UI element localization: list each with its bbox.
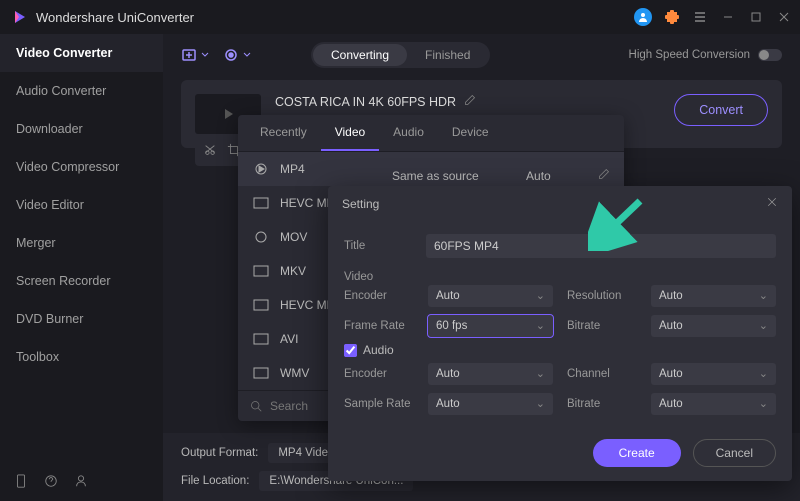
minimize-icon[interactable] xyxy=(720,9,736,25)
setting-modal: Setting Title Video Encoder Auto Resolut… xyxy=(328,186,792,481)
status-tabs: Converting Finished xyxy=(311,42,490,68)
auto-label: Auto xyxy=(526,169,551,183)
same-as-source-label: Same as source xyxy=(392,169,479,183)
account-icon[interactable] xyxy=(74,474,88,491)
convert-button[interactable]: Convert xyxy=(674,94,768,126)
setting-title: Setting xyxy=(342,197,379,211)
high-speed-toggle[interactable]: High Speed Conversion xyxy=(629,49,782,61)
format-tab-device[interactable]: Device xyxy=(438,115,503,151)
tool-button[interactable] xyxy=(223,47,251,63)
sidebar-item-video-converter[interactable]: Video Converter xyxy=(0,34,163,72)
help-icon[interactable] xyxy=(44,474,58,491)
file-name: COSTA RICA IN 4K 60FPS HDR xyxy=(275,95,456,109)
title-label: Title xyxy=(344,240,414,252)
audio-bitrate-select[interactable]: Auto xyxy=(651,393,776,415)
title-input[interactable] xyxy=(426,234,776,258)
sidebar-item-screen-recorder[interactable]: Screen Recorder xyxy=(0,262,163,300)
app-title: Wondershare UniConverter xyxy=(36,10,634,25)
sidebar-item-video-compressor[interactable]: Video Compressor xyxy=(0,148,163,186)
sidebar-item-toolbox[interactable]: Toolbox xyxy=(0,338,163,376)
audio-encoder-select[interactable]: Auto xyxy=(428,363,553,385)
mov-icon xyxy=(252,230,270,244)
phone-icon[interactable] xyxy=(14,474,28,491)
file-location-label: File Location: xyxy=(181,475,249,487)
cancel-button[interactable]: Cancel xyxy=(693,439,776,467)
audio-checkbox[interactable]: Audio xyxy=(344,343,776,357)
format-tab-recently[interactable]: Recently xyxy=(246,115,321,151)
frame-rate-select[interactable]: 60 fps xyxy=(428,315,553,337)
tab-converting[interactable]: Converting xyxy=(313,44,407,66)
titlebar: Wondershare UniConverter xyxy=(0,0,800,34)
sidebar: Video Converter Audio Converter Download… xyxy=(0,34,163,501)
sidebar-item-video-editor[interactable]: Video Editor xyxy=(0,186,163,224)
sidebar-item-merger[interactable]: Merger xyxy=(0,224,163,262)
edit-preset-icon[interactable] xyxy=(598,168,610,183)
close-icon[interactable] xyxy=(776,9,792,25)
avi-icon xyxy=(252,332,270,346)
sidebar-item-downloader[interactable]: Downloader xyxy=(0,110,163,148)
trim-icon[interactable] xyxy=(203,143,217,160)
toolbar: Converting Finished High Speed Conversio… xyxy=(163,34,800,76)
wmv-icon xyxy=(252,366,270,380)
hevc-icon xyxy=(252,196,270,210)
format-tab-audio[interactable]: Audio xyxy=(379,115,438,151)
edit-name-icon[interactable] xyxy=(464,94,476,109)
video-bitrate-select[interactable]: Auto xyxy=(651,315,776,337)
add-file-button[interactable] xyxy=(181,47,209,63)
resolution-select[interactable]: Auto xyxy=(651,285,776,307)
mkv-icon xyxy=(252,264,270,278)
video-encoder-select[interactable]: Auto xyxy=(428,285,553,307)
search-icon xyxy=(250,400,262,412)
create-button[interactable]: Create xyxy=(593,439,681,467)
app-logo-icon xyxy=(12,9,28,25)
output-format-label: Output Format: xyxy=(181,447,258,459)
user-avatar-icon[interactable] xyxy=(634,8,652,26)
sample-rate-select[interactable]: Auto xyxy=(428,393,553,415)
format-item-mp4[interactable]: MP4 xyxy=(238,152,378,186)
tab-finished[interactable]: Finished xyxy=(407,44,488,66)
maximize-icon[interactable] xyxy=(748,9,764,25)
toggle-switch-icon[interactable] xyxy=(758,49,782,61)
sidebar-item-dvd-burner[interactable]: DVD Burner xyxy=(0,300,163,338)
video-section-label: Video xyxy=(344,271,776,283)
sidebar-item-audio-converter[interactable]: Audio Converter xyxy=(0,72,163,110)
plugin-icon[interactable] xyxy=(664,9,680,25)
close-setting-icon[interactable] xyxy=(766,196,778,211)
channel-select[interactable]: Auto xyxy=(651,363,776,385)
menu-icon[interactable] xyxy=(692,9,708,25)
format-tab-video[interactable]: Video xyxy=(321,115,379,151)
mp4-icon xyxy=(252,162,270,176)
hevc-mkv-icon xyxy=(252,298,270,312)
